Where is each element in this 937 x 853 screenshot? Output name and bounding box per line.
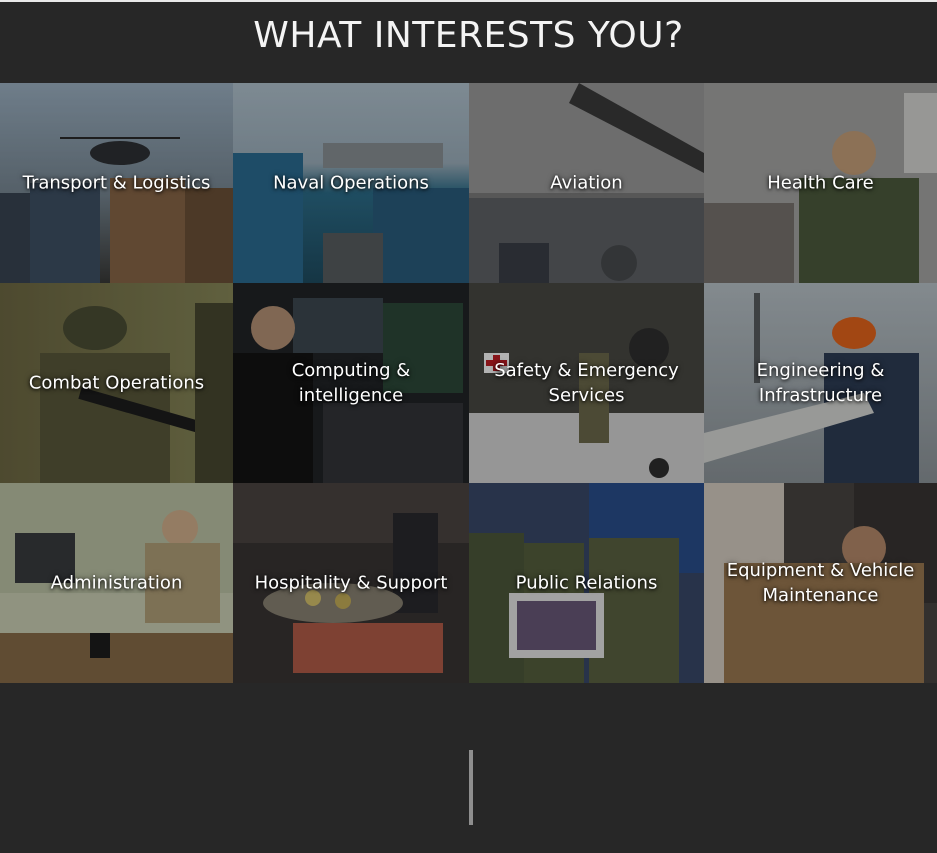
tile-label: Naval Operations — [273, 172, 429, 194]
page: WHAT INTERESTS YOU? Transport & Logistic… — [0, 0, 937, 853]
tile-label: Engineering & Infrastructure — [756, 360, 885, 406]
tile-label: Administration — [50, 572, 183, 594]
tile-label: Transport & Logistics — [22, 172, 211, 194]
scroll-indicator — [469, 750, 473, 825]
tile-transport-logistics[interactable]: Transport & Logistics — [0, 83, 233, 283]
tile-aviation[interactable]: Aviation — [469, 83, 704, 283]
tile-label: Health Care — [767, 172, 874, 194]
tile-equipment-vehicle-maintenance[interactable]: Equipment & Vehicle Maintenance — [704, 483, 937, 683]
tile-naval-operations[interactable]: Naval Operations — [233, 83, 469, 283]
tile-label: Computing & intelligence — [291, 360, 411, 406]
tile-label: Safety & Emergency Services — [494, 360, 679, 406]
tile-engineering-infrastructure[interactable]: Engineering & Infrastructure — [704, 283, 937, 483]
tile-administration[interactable]: Administration — [0, 483, 233, 683]
top-border — [0, 0, 937, 2]
tile-safety-emergency[interactable]: Safety & Emergency Services — [469, 283, 704, 483]
section-title: WHAT INTERESTS YOU? — [253, 15, 684, 56]
tile-label: Combat Operations — [28, 372, 205, 394]
tile-health-care[interactable]: Health Care — [704, 83, 937, 283]
tile-combat-operations[interactable]: Combat Operations — [0, 283, 233, 483]
interest-grid: Transport & Logistics Naval Operations A… — [0, 83, 937, 683]
tile-label: Public Relations — [515, 572, 658, 594]
tile-hospitality-support[interactable]: Hospitality & Support — [233, 483, 469, 683]
tile-computing-intelligence[interactable]: Computing & intelligence — [233, 283, 469, 483]
tile-public-relations[interactable]: Public Relations — [469, 483, 704, 683]
tile-label: Hospitality & Support — [254, 572, 448, 594]
tile-label: Aviation — [550, 172, 623, 194]
tile-label: Equipment & Vehicle Maintenance — [726, 560, 915, 606]
